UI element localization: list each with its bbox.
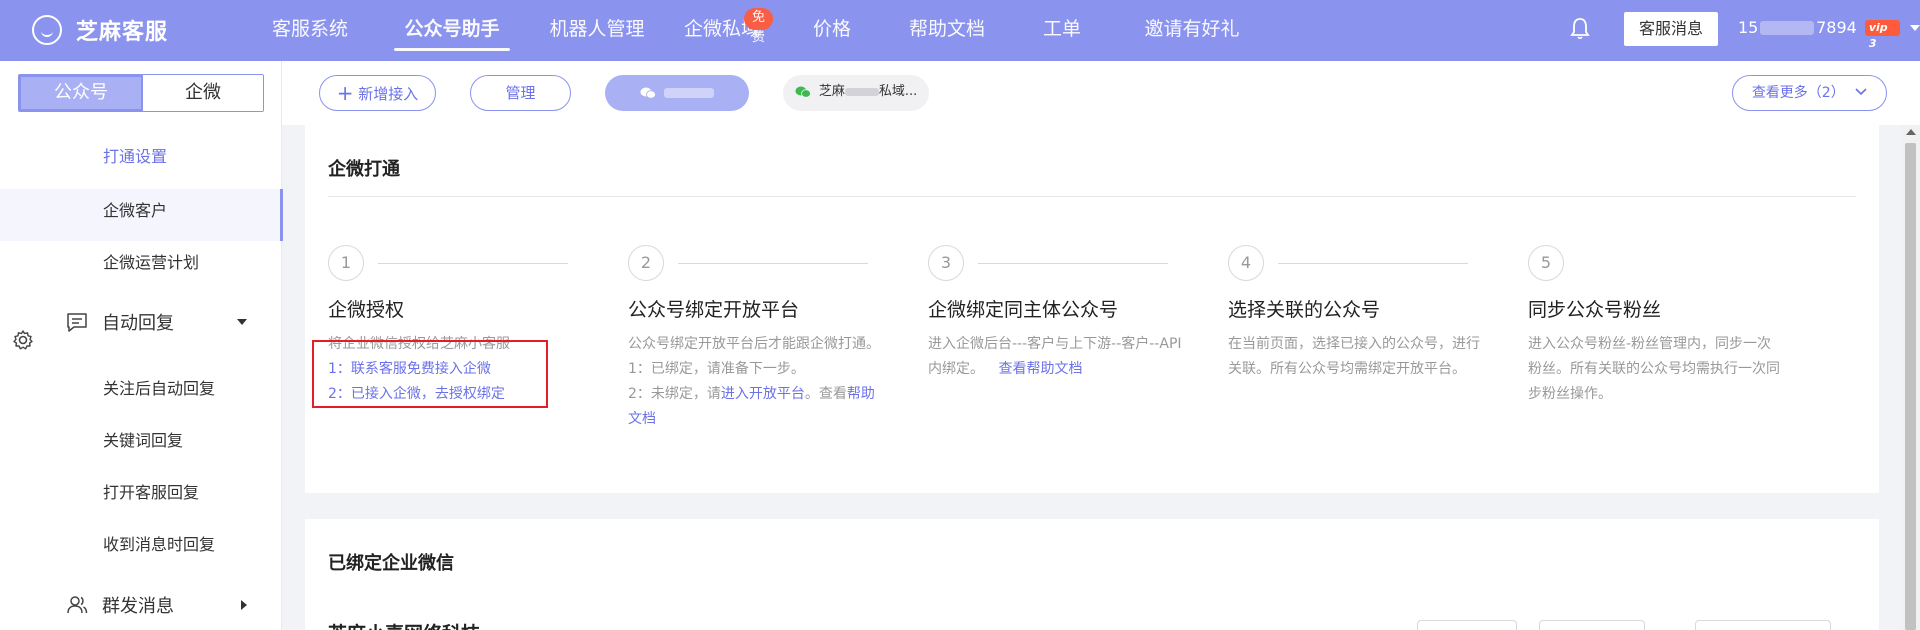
toggle-qiwei[interactable]: 企微 — [143, 75, 263, 111]
chevron-down-icon — [1855, 88, 1867, 96]
account-tab-2-label: 芝麻 — [818, 84, 845, 99]
caret-down-icon — [237, 319, 247, 325]
nav-item-price[interactable]: 价格 — [792, 0, 872, 61]
top-navbar: 芝麻客服 客服系统 公众号助手 机器人管理 企微私域 免费 价格 帮助文档 工单… — [0, 0, 1920, 61]
divider — [328, 196, 1856, 197]
nav-item-invite[interactable]: 邀请有好礼 — [1112, 0, 1272, 61]
scroll-thumb[interactable] — [1905, 143, 1916, 630]
qiwei-integration-card: 企微打通 1 企微授权 将企业微信授权给芝麻小客服 1：联系客服免费接入企微 2… — [305, 125, 1879, 493]
step-connector — [978, 263, 1168, 264]
view-more-label: 查看更多（2） — [1751, 85, 1845, 101]
user-phone-suffix: 7894 — [1816, 18, 1857, 37]
step-3: 3 企微绑定同主体公众号 进入企微后台---客户与上下游--客户--API内绑定… — [928, 245, 1208, 382]
step-title: 企微授权 — [328, 299, 405, 321]
account-tab-2-suffix: 私域... — [878, 84, 918, 99]
step-desc-text: 公众号绑定开放平台后才能跟企微打通。 — [628, 336, 880, 352]
add-access-label: 新增接入 — [358, 85, 419, 103]
users-icon — [67, 596, 88, 614]
scrollbar[interactable] — [1901, 125, 1920, 630]
account-tab-active[interactable] — [605, 75, 749, 111]
logo[interactable]: 芝麻客服 — [32, 14, 168, 46]
step-connector — [378, 263, 568, 264]
step-2: 2 公众号绑定开放平台 公众号绑定开放平台后才能跟企微打通。 1：已绑定，请准备… — [628, 245, 908, 432]
sidebar-group-auto-reply[interactable]: 自动回复 — [66, 309, 248, 335]
nav-item-qiwei-private[interactable]: 企微私域 免费 — [672, 0, 774, 61]
step-number: 2 — [628, 245, 664, 281]
nav-item-gzh-assistant[interactable]: 公众号助手 — [382, 0, 522, 61]
sidebar-item-setup[interactable]: 打通设置 — [103, 143, 167, 167]
step-title: 企微绑定同主体公众号 — [928, 299, 1119, 321]
step-description: 进入企微后台---客户与上下游--客户--API内绑定。 查看帮助文档 — [928, 332, 1188, 382]
view-more-button[interactable]: 查看更多（2） — [1732, 75, 1887, 111]
vip-badge: vip 3 — [1864, 19, 1900, 50]
step-desc-line1: 1：已绑定，请准备下一步。 — [628, 361, 805, 377]
step-desc-line2-mid: 。查看 — [804, 386, 847, 402]
add-access-button[interactable]: + 新增接入 — [319, 75, 436, 111]
sidebar-item-open-kf-reply[interactable]: 打开客服回复 — [103, 479, 199, 503]
account-tab-2[interactable]: 芝麻 私域... — [783, 75, 929, 111]
step-description: 进入公众号粉丝-粉丝管理内，同步一次粉丝。所有关联的公众号均需执行一次同步粉丝操… — [1528, 336, 1780, 402]
step-desc-line2: 2：未绑定，请进入开放平台。查看帮助文档 — [628, 382, 880, 432]
step-title: 公众号绑定开放平台 — [628, 299, 800, 321]
company-name: 芝麻小喜网络科技 — [328, 623, 480, 630]
sidebar-group-auto-reply-label: 自动回复 — [102, 313, 174, 334]
sidebar: 公众号 企微 打通设置 企微客户 企微运营计划 自动回复 关注后自动回复 关键词… — [0, 61, 283, 630]
chat-icon — [67, 313, 87, 332]
gear-icon[interactable] — [12, 329, 34, 351]
step-number: 4 — [1228, 245, 1264, 281]
customer-message-button[interactable]: 客服消息 — [1624, 12, 1718, 46]
sidebar-group-broadcast-label: 群发消息 — [102, 596, 174, 617]
bell-icon[interactable] — [1568, 16, 1592, 42]
sidebar-item-qiwei-customers[interactable]: 企微客户 — [103, 197, 167, 221]
nav-item-robot[interactable]: 机器人管理 — [522, 0, 672, 61]
action-button-2[interactable] — [1539, 620, 1645, 630]
sidebar-item-message-reply[interactable]: 收到消息时回复 — [103, 531, 215, 555]
free-badge: 免费 — [744, 8, 774, 45]
step-number: 3 — [928, 245, 964, 281]
masked-account-name — [844, 87, 879, 96]
user-phone-prefix: 15 — [1738, 18, 1759, 37]
sidebar-group-broadcast[interactable]: 群发消息 — [66, 592, 248, 618]
nav-item-ticket[interactable]: 工单 — [1022, 0, 1102, 61]
plus-icon: + — [336, 81, 354, 105]
step-number: 1 — [328, 245, 364, 281]
step-number: 5 — [1528, 245, 1564, 281]
wechat-icon — [640, 87, 656, 99]
step-title: 选择关联的公众号 — [1228, 299, 1381, 321]
step-description: 在当前页面，选择已接入的公众号，进行关联。所有公众号均需绑定开放平台。 — [1228, 336, 1480, 377]
action-button-1[interactable] — [1417, 620, 1517, 630]
app-name: 芝麻客服 — [76, 20, 169, 45]
bound-qiwei-card: 已绑定企业微信 芝麻小喜网络科技 — [305, 519, 1879, 630]
toggle-gzh[interactable]: 公众号 — [19, 75, 143, 111]
chevron-down-icon — [1910, 24, 1920, 31]
card-title-bound-qiwei: 已绑定企业微信 — [328, 553, 454, 574]
step-5: 5 同步公众号粉丝 进入公众号粉丝-粉丝管理内，同步一次粉丝。所有关联的公众号均… — [1528, 245, 1808, 407]
main-nav: 客服系统 公众号助手 机器人管理 企微私域 免费 价格 帮助文档 工单 邀请有好… — [272, 0, 1272, 61]
step-desc-line2-prefix: 2：未绑定，请 — [628, 386, 721, 402]
highlight-box — [312, 340, 548, 408]
logo-icon — [32, 15, 62, 45]
masked-phone — [1760, 20, 1815, 35]
user-menu[interactable]: 15 7894 vip 3 — [1738, 18, 1920, 50]
account-toolbar: + 新增接入 管理 芝麻 私域... 查看更多（2） — [282, 61, 1920, 125]
caret-right-icon — [241, 600, 247, 610]
step-title: 同步公众号粉丝 — [1528, 299, 1662, 321]
step-description: 公众号绑定开放平台后才能跟企微打通。 1：已绑定，请准备下一步。 2：未绑定，请… — [628, 332, 880, 432]
nav-item-help[interactable]: 帮助文档 — [872, 0, 1022, 61]
card-title-qiwei-integration: 企微打通 — [328, 159, 400, 180]
scroll-up-arrow[interactable] — [1906, 129, 1916, 135]
sidebar-item-qiwei-plan[interactable]: 企微运营计划 — [103, 249, 199, 273]
sidebar-item-follow-reply[interactable]: 关注后自动回复 — [103, 375, 215, 399]
account-type-toggle: 公众号 企微 — [18, 74, 264, 112]
step-4: 4 选择关联的公众号 在当前页面，选择已接入的公众号，进行关联。所有公众号均需绑… — [1228, 245, 1508, 382]
step-connector — [1278, 263, 1468, 264]
open-platform-link[interactable]: 进入开放平台 — [721, 386, 805, 402]
manage-button[interactable]: 管理 — [470, 75, 571, 111]
step-connector — [678, 263, 868, 264]
wechat-icon — [795, 86, 811, 98]
sidebar-item-keyword-reply[interactable]: 关键词回复 — [103, 427, 183, 451]
masked-account-name — [664, 87, 715, 98]
help-doc-link[interactable]: 查看帮助文档 — [998, 361, 1082, 377]
action-button-3[interactable] — [1695, 620, 1831, 630]
